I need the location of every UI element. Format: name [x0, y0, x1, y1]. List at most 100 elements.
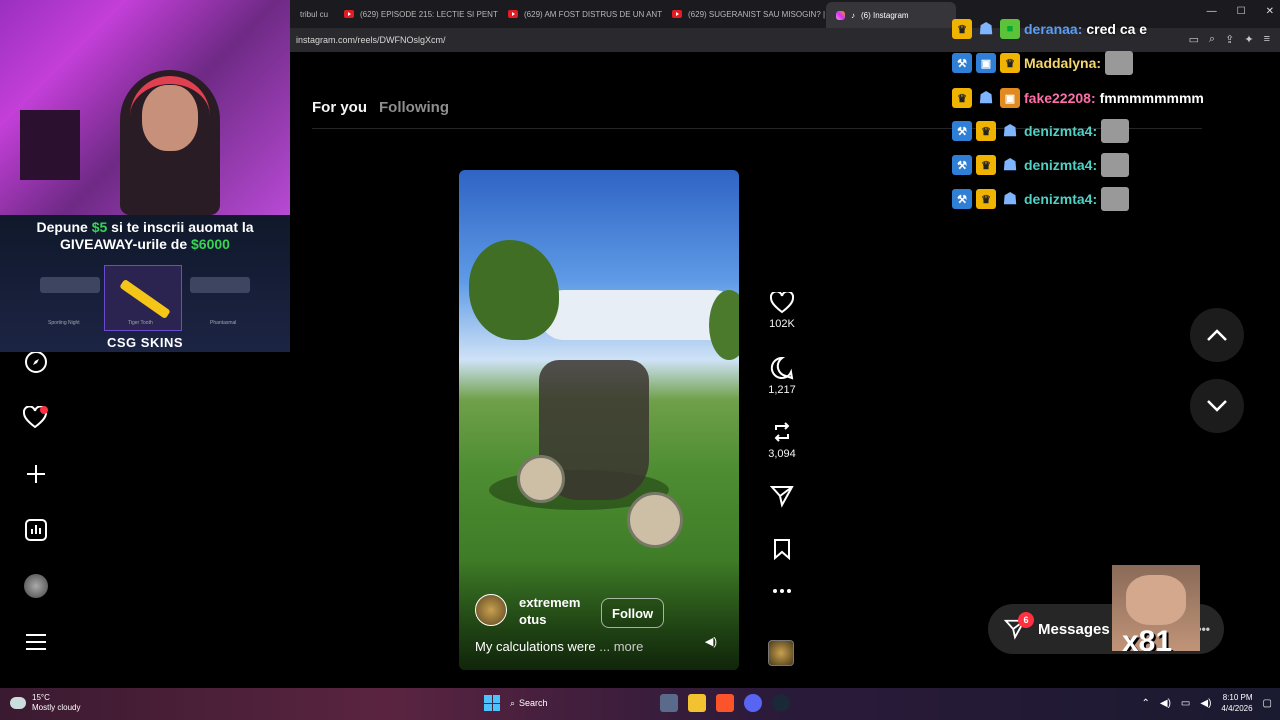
heart-icon[interactable] [770, 292, 794, 314]
file-explorer-icon[interactable] [688, 694, 706, 712]
like-action[interactable]: 102K [760, 292, 804, 330]
more-icon[interactable] [772, 588, 792, 594]
address-bar-icons: ▭ ⌕ ⇪ ✦ ≡ [1189, 33, 1270, 46]
messages-label: Messages [1038, 620, 1110, 638]
reader-icon[interactable]: ▭ [1189, 33, 1199, 46]
emote-icon [1101, 187, 1130, 211]
brave-browser-icon[interactable] [716, 694, 734, 712]
windows-start-icon[interactable] [484, 695, 500, 711]
close-button[interactable]: ✕ [1266, 6, 1274, 17]
steam-icon[interactable] [772, 694, 790, 712]
menu-icon[interactable] [22, 628, 50, 656]
chat-text: cred ca e [1086, 21, 1148, 37]
crown-badge-icon: ♛ [976, 189, 996, 209]
sponsor-brand: CSG SKINS [106, 335, 183, 350]
zoom-icon[interactable]: ⌕ [1209, 33, 1215, 46]
feed-tabs: For you Following [312, 99, 449, 116]
meme-emote-overlay: x81 [1112, 565, 1200, 651]
previous-reel-button[interactable] [1190, 308, 1244, 362]
chat-username: denizmta4: [1024, 191, 1098, 207]
tab-label: tribul cu [300, 9, 329, 19]
notifications-icon[interactable] [22, 404, 50, 432]
task-view-icon[interactable] [660, 694, 678, 712]
browser-tab-active[interactable]: ♪ (6) Instagram [826, 2, 956, 28]
speaker-icon[interactable]: ◀) [1200, 698, 1211, 709]
browser-tab[interactable]: (629) EPISODE 215: LECTIE SI PENTRU [334, 3, 498, 25]
caption: My calculations were ... more [475, 639, 643, 654]
more-action[interactable] [760, 588, 804, 594]
hammer-badge-icon: ⚒ [952, 155, 972, 175]
username[interactable]: extremem otus [519, 594, 599, 628]
crown-badge-icon: ♛ [976, 121, 996, 141]
tier-badge-icon: ▣ [976, 53, 996, 73]
tab-for-you[interactable]: For you [312, 99, 367, 116]
video-wheel [627, 492, 683, 548]
more-link[interactable]: ... more [599, 639, 643, 654]
maximize-button[interactable]: ☐ [1237, 6, 1246, 17]
browser-tab[interactable]: (629) AM FOST DISTRUS DE UN ANT [498, 3, 662, 25]
dashboard-icon[interactable] [22, 516, 50, 544]
window-controls: — ☐ ✕ [1207, 6, 1274, 17]
minimize-button[interactable]: — [1207, 6, 1217, 17]
chevron-up-icon[interactable]: ⌃ [1142, 698, 1150, 709]
speaker-icon: ♪ [851, 10, 855, 20]
send-icon[interactable] [770, 484, 794, 508]
tab-following[interactable]: Following [379, 99, 449, 116]
reel-video[interactable]: extremem otus Follow My calculations wer… [459, 170, 739, 670]
display-icon[interactable]: ▭ [1181, 698, 1190, 709]
bookmark-icon[interactable] [772, 538, 792, 560]
audio-thumbnail[interactable] [768, 640, 794, 666]
browser-tab[interactable]: tribul cu [290, 3, 334, 25]
browser-tab[interactable]: (629) SUGERANIST SAU MISOGIN? | [662, 3, 826, 25]
hammer-badge-icon: ⚒ [952, 189, 972, 209]
webcam-background-shelf [20, 110, 80, 180]
crown-badge-icon: ♛ [1000, 53, 1020, 73]
share-icon[interactable]: ⇪ [1225, 33, 1234, 46]
chat-username: denizmta4: [1024, 157, 1098, 173]
instagram-icon [836, 10, 845, 20]
search-icon: ⌕ [510, 697, 516, 708]
profile-avatar[interactable] [22, 572, 50, 600]
url-text[interactable]: instagram.com/reels/DWFNOslgXcm/ [296, 35, 446, 45]
share-action[interactable] [760, 484, 804, 508]
repost-icon[interactable] [770, 420, 794, 444]
clock[interactable]: 8:10 PM 4/4/2026 [1221, 692, 1252, 714]
chevron-down-icon [1207, 400, 1227, 412]
discord-icon[interactable] [744, 694, 762, 712]
ghost-badge-icon: ☗ [1002, 157, 1018, 174]
hammer-badge-icon: ⚒ [952, 53, 972, 73]
comment-icon[interactable] [770, 356, 794, 380]
promo-amount: $5 [91, 219, 108, 235]
volume-icon[interactable]: ◀) [1160, 698, 1171, 709]
save-action[interactable] [760, 538, 804, 560]
sound-icon[interactable]: ◀) [705, 635, 717, 648]
comment-action[interactable]: 1,217 [760, 356, 804, 396]
extensions-icon[interactable]: ✦ [1244, 33, 1253, 46]
rifle-skin-image [40, 277, 100, 293]
explore-icon[interactable] [22, 348, 50, 376]
cat-emote-icon [1105, 51, 1134, 75]
chat-username: fake22208: [1024, 90, 1096, 106]
cloud-icon [10, 697, 26, 709]
menu-icon[interactable]: ≡ [1264, 33, 1270, 46]
repost-action[interactable]: 3,094 [760, 420, 804, 460]
messages-count-badge: 6 [1018, 612, 1034, 628]
chat-username: denizmta4: [1024, 123, 1098, 139]
follow-button[interactable]: Follow [601, 598, 665, 628]
weather-widget[interactable]: 15°C Mostly cloudy [10, 693, 80, 713]
avatar[interactable] [475, 594, 507, 626]
tab-label: (629) AM FOST DISTRUS DE UN ANT [524, 9, 662, 19]
promo-text-part: si te inscrii auomat la [107, 219, 254, 235]
hammer-badge-icon: ⚒ [952, 121, 972, 141]
skin-label: Sporting Night [48, 320, 80, 326]
like-count: 102K [769, 318, 795, 330]
taskbar-search[interactable]: ⌕ Search [510, 698, 650, 709]
chat-username: deranaa: [1024, 21, 1083, 37]
chat-message: ♛ ☗ ■ deranaa: cred ca e [952, 16, 1147, 42]
next-reel-button[interactable] [1190, 379, 1244, 433]
crown-badge-icon: ♛ [976, 155, 996, 175]
notification-icon[interactable]: ▢ [1263, 698, 1272, 709]
windows-taskbar: 15°C Mostly cloudy ⌕ Search ⌃ ◀) ▭ ◀) 8:… [0, 688, 1280, 720]
create-icon[interactable] [22, 460, 50, 488]
promo-text: Depune $5 si te inscrii auomat la GIVEAW… [0, 219, 290, 253]
